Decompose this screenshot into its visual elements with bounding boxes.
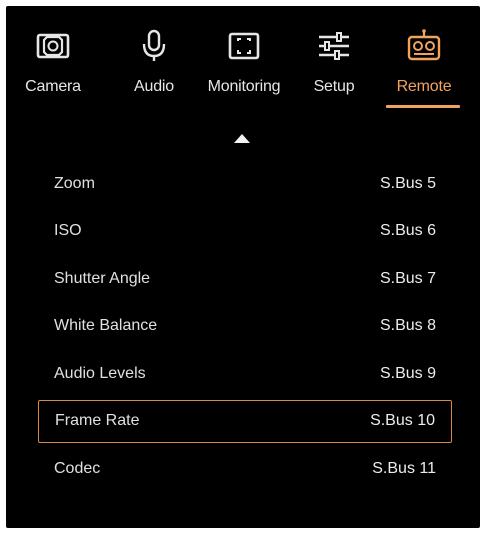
list-item-name: Codec	[54, 459, 101, 477]
list-item-white-balance[interactable]: White Balance S.Bus 8	[38, 303, 452, 351]
list-item-name: White Balance	[54, 317, 158, 335]
microphone-icon	[134, 28, 174, 64]
active-tab-indicator	[386, 105, 460, 108]
list-item-zoom[interactable]: Zoom S.Bus 5	[38, 160, 452, 208]
tab-setup-label: Setup	[313, 78, 355, 95]
scroll-up-arrow-icon[interactable]	[234, 134, 250, 143]
list-item-codec[interactable]: Codec S.Bus 11	[38, 445, 452, 493]
tab-bar: Camera Audio Monitoring Setup Remote	[6, 6, 480, 118]
list-item-name: Audio Levels	[54, 364, 146, 382]
list-item-name: Frame Rate	[55, 412, 140, 429]
tab-remote-label: Remote	[396, 78, 452, 95]
sliders-icon	[314, 28, 354, 64]
tab-audio[interactable]: Audio	[126, 28, 182, 112]
remote-control-icon	[404, 28, 444, 64]
tab-audio-label: Audio	[134, 78, 174, 95]
list-item-name: Shutter Angle	[54, 269, 151, 287]
list-item-name: Zoom	[54, 174, 95, 192]
remote-mapping-list: Zoom S.Bus 5 ISO S.Bus 6 Shutter Angle S…	[38, 160, 452, 493]
tab-setup[interactable]: Setup	[306, 28, 362, 112]
monitor-focus-icon	[224, 28, 264, 64]
list-item-audio-levels[interactable]: Audio Levels S.Bus 9	[38, 350, 452, 398]
list-item-iso[interactable]: ISO S.Bus 6	[38, 208, 452, 256]
tab-monitoring-label: Monitoring	[207, 78, 281, 95]
list-item-value: S.Bus 11	[372, 459, 436, 477]
camera-icon	[33, 28, 73, 64]
list-item-frame-rate[interactable]: Frame Rate S.Bus 10	[38, 399, 452, 443]
list-item-name: ISO	[54, 222, 82, 240]
remote-settings-screen: Camera Audio Monitoring Setup Remote Zoo…	[6, 6, 480, 528]
list-item-value: S.Bus 6	[379, 222, 436, 240]
list-item-shutter-angle[interactable]: Shutter Angle S.Bus 7	[38, 255, 452, 303]
list-item-value: S.Bus 9	[379, 364, 436, 382]
list-item-value: S.Bus 8	[379, 317, 436, 335]
tab-camera-label: Camera	[25, 78, 81, 95]
list-item-value: S.Bus 7	[379, 269, 436, 287]
tab-monitoring[interactable]: Monitoring	[199, 28, 289, 112]
tab-remote[interactable]: Remote	[391, 28, 457, 112]
list-item-value: S.Bus 10	[370, 412, 435, 429]
list-item-value: S.Bus 5	[379, 174, 436, 192]
tab-camera[interactable]: Camera	[23, 28, 83, 112]
